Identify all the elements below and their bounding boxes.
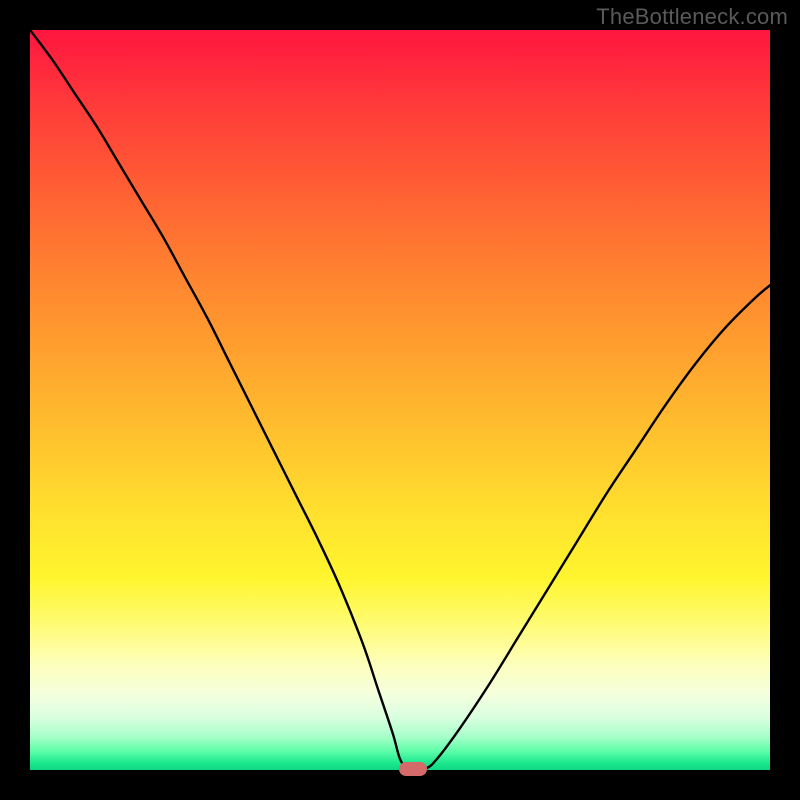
chart-frame: TheBottleneck.com bbox=[0, 0, 800, 800]
optimum-marker bbox=[399, 762, 427, 776]
curve-path bbox=[30, 30, 770, 769]
bottleneck-curve bbox=[30, 30, 770, 770]
watermark-text: TheBottleneck.com bbox=[596, 4, 788, 30]
plot-area bbox=[30, 30, 770, 770]
